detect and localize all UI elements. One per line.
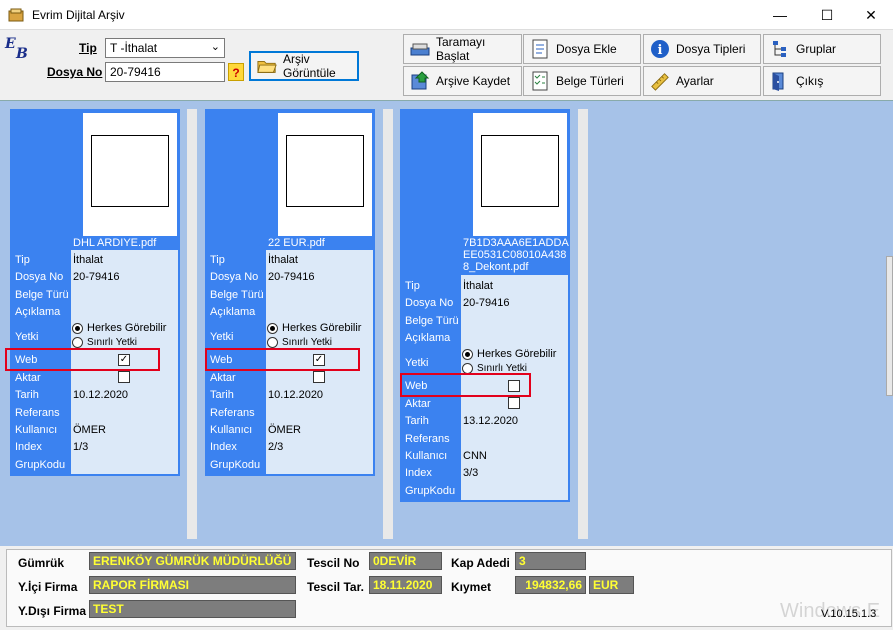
aktar-checkbox[interactable] (508, 397, 520, 409)
aktar-checkbox[interactable] (313, 371, 325, 383)
logo-icon: EB (4, 35, 32, 65)
aktar-checkbox[interactable] (118, 371, 130, 383)
svg-text:E: E (4, 36, 16, 52)
gumruk-field: ERENKÖY GÜMRÜK MÜDÜRLÜĞÜ (89, 552, 296, 570)
document-add-icon (530, 39, 550, 59)
svg-text:i: i (658, 43, 663, 58)
sinirli-radio[interactable] (72, 337, 83, 348)
exit-door-icon (770, 71, 790, 91)
document-thumbnail[interactable] (473, 113, 567, 236)
currency-field: EUR (589, 576, 634, 594)
ydisi-firma-field: TEST (89, 600, 296, 618)
kap-adedi-field: 3 (515, 552, 586, 570)
arsiv-goruntule-button[interactable]: Arşiv Görüntüle (249, 51, 359, 81)
web-highlight-box (400, 373, 531, 397)
window-title: Evrim Dijital Arşiv (32, 8, 125, 22)
kiymet-field: 194832,66 (515, 576, 586, 594)
tescil-tarih-field: 18.11.2020 (369, 576, 442, 594)
title-bar: Evrim Dijital Arşiv — ☐ ✕ (0, 0, 893, 30)
tree-icon (770, 39, 790, 59)
svg-text:B: B (15, 46, 28, 61)
document-card[interactable]: 7B1D3AAA6E1ADDA EE0531C08010A438 8_Dekon… (400, 109, 570, 502)
close-button[interactable]: ✕ (848, 0, 893, 30)
document-card[interactable]: 22 EUR.pdf Tip İthalat Dosya No 20-79416… (205, 109, 375, 476)
save-icon (410, 71, 430, 91)
version-label: V.10.15.1.3 (821, 608, 877, 620)
folder-open-icon (257, 56, 277, 76)
tip-select[interactable]: T -İthalat ⌄ (105, 38, 225, 58)
maximize-button[interactable]: ☐ (804, 0, 850, 30)
belge-turleri-button[interactable]: Belge Türleri (523, 66, 641, 96)
yici-firma-field: RAPOR FİRMASI (89, 576, 296, 594)
herkes-radio[interactable] (462, 349, 473, 360)
dosya-no-label: Dosya No (47, 65, 103, 79)
herkes-radio[interactable] (267, 323, 278, 334)
document-thumbnail[interactable] (278, 113, 372, 236)
document-filename: 7B1D3AAA6E1ADDA EE0531C08010A438 8_Dekon… (463, 237, 569, 273)
app-icon (8, 8, 24, 22)
tip-label: Tip (79, 41, 97, 55)
ayarlar-button[interactable]: Ayarlar (643, 66, 761, 96)
side-panel-handle[interactable] (886, 256, 893, 396)
document-filename: 22 EUR.pdf (268, 237, 325, 249)
toolbar: EB Tip T -İthalat ⌄ Dosya No 20-79416 ? … (0, 31, 893, 99)
web-highlight-box (205, 348, 360, 371)
document-workspace: DHL ARDIYE.pdf Tip İthalat Dosya No 20-7… (0, 100, 893, 546)
ruler-icon (650, 71, 670, 91)
dosya-ekle-button[interactable]: Dosya Ekle (523, 34, 641, 64)
dosya-no-input[interactable]: 20-79416 (105, 62, 225, 82)
document-thumbnail[interactable] (83, 113, 177, 236)
sinirli-radio[interactable] (267, 337, 278, 348)
chevron-down-icon: ⌄ (210, 41, 220, 53)
cikis-button[interactable]: Çıkış (763, 66, 881, 96)
arsive-kaydet-button[interactable]: Arşive Kaydet (403, 66, 522, 96)
dosya-tipleri-button[interactable]: i Dosya Tipleri (643, 34, 761, 64)
checklist-icon (530, 71, 550, 91)
tescil-no-field: 0DEVİR (369, 552, 442, 570)
minimize-button[interactable]: — (757, 0, 803, 30)
info-icon: i (650, 39, 670, 59)
document-card[interactable]: DHL ARDIYE.pdf Tip İthalat Dosya No 20-7… (10, 109, 180, 476)
help-icon[interactable]: ? (228, 63, 244, 81)
scanner-icon (410, 39, 430, 59)
web-highlight-box (5, 348, 160, 371)
herkes-radio[interactable] (72, 323, 83, 334)
gruplar-button[interactable]: Gruplar (763, 34, 881, 64)
footer-info-panel: Gümrük ERENKÖY GÜMRÜK MÜDÜRLÜĞÜ Y.İçi Fi… (0, 547, 893, 630)
taramayi-baslat-button[interactable]: Taramayı Başlat (403, 34, 522, 64)
document-filename: DHL ARDIYE.pdf (73, 237, 157, 249)
